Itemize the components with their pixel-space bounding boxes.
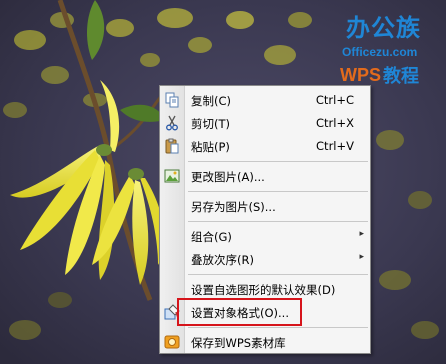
menu-item-shortcut: Ctrl+V bbox=[316, 139, 354, 153]
menu-item-label: 复制(C) bbox=[191, 94, 232, 108]
menu-item-label: 粘贴(P) bbox=[191, 140, 230, 154]
menu-separator bbox=[188, 161, 368, 162]
menu-item-shortcut: Ctrl+X bbox=[316, 116, 354, 130]
menu-item-copy[interactable]: 复制(C) Ctrl+C bbox=[160, 89, 370, 112]
menu-item-shortcut: Ctrl+C bbox=[315, 93, 354, 107]
menu-separator bbox=[188, 327, 368, 328]
copy-icon bbox=[165, 92, 179, 108]
change-picture-icon bbox=[164, 169, 180, 183]
scissors-icon bbox=[166, 115, 178, 131]
site-url: Officezu.com bbox=[342, 45, 418, 59]
menu-item-label: 更改图片(A)... bbox=[191, 170, 265, 184]
menu-item-save-to-wps-library[interactable]: 保存到WPS素材库 bbox=[160, 331, 370, 354]
brand-name: 办公族 bbox=[346, 14, 421, 42]
red-highlight-box bbox=[177, 298, 302, 326]
tutorial-text: 教程 bbox=[383, 66, 420, 87]
officezu-watermark-logo: 办公族 Officezu.com WPS 教程 bbox=[340, 0, 446, 92]
menu-item-label: 剪切(T) bbox=[191, 117, 230, 131]
wps-text: WPS bbox=[340, 64, 382, 85]
menu-item-label: 设置自选图形的默认效果(D) bbox=[191, 283, 336, 297]
menu-item-order[interactable]: 叠放次序(R) ▸ bbox=[160, 248, 370, 271]
menu-item-label: 另存为图片(S)... bbox=[191, 200, 276, 214]
submenu-arrow-icon: ▸ bbox=[359, 252, 364, 262]
menu-separator bbox=[188, 274, 368, 275]
menu-item-save-as-picture[interactable]: 另存为图片(S)... bbox=[160, 195, 370, 218]
menu-item-label: 叠放次序(R) bbox=[191, 253, 254, 267]
submenu-arrow-icon: ▸ bbox=[359, 229, 364, 239]
menu-item-group[interactable]: 组合(G) ▸ bbox=[160, 225, 370, 248]
menu-item-label: 组合(G) bbox=[191, 230, 232, 244]
menu-item-label: 保存到WPS素材库 bbox=[191, 336, 286, 350]
paste-icon bbox=[165, 138, 179, 154]
menu-item-cut[interactable]: 剪切(T) Ctrl+X bbox=[160, 112, 370, 135]
wps-library-icon bbox=[164, 335, 180, 349]
menu-separator bbox=[188, 191, 368, 192]
menu-item-paste[interactable]: 粘贴(P) Ctrl+V bbox=[160, 135, 370, 158]
menu-separator bbox=[188, 221, 368, 222]
menu-item-change-picture[interactable]: 更改图片(A)... bbox=[160, 165, 370, 188]
